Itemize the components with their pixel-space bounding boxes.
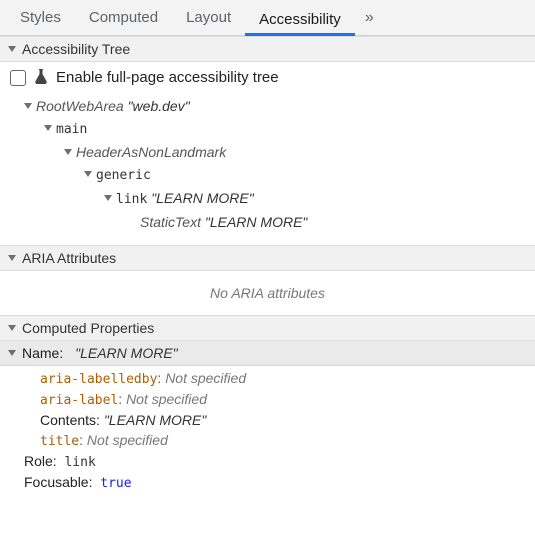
tree-node-rootwebarea[interactable]: RootWebArea "web.dev" — [10, 95, 525, 119]
tree-node-main[interactable]: main — [10, 119, 525, 141]
disclosure-triangle-icon — [8, 325, 16, 331]
caret-icon — [104, 195, 112, 201]
disclosure-triangle-icon — [8, 255, 16, 261]
caret-icon — [84, 171, 92, 177]
tab-layout[interactable]: Layout — [172, 0, 245, 36]
computed-attr: aria-labelledby — [40, 372, 157, 387]
section-header-accessibility-tree[interactable]: Accessibility Tree — [0, 36, 535, 62]
computed-value: Not specified — [126, 391, 207, 407]
computed-attr: aria-label — [40, 393, 118, 408]
section-title: ARIA Attributes — [22, 250, 116, 266]
section-header-aria[interactable]: ARIA Attributes — [0, 245, 535, 271]
computed-row: aria-label: Not specified — [0, 389, 535, 410]
tree-node-link[interactable]: link "LEARN MORE" — [10, 187, 525, 211]
accessibility-tree: RootWebArea "web.dev" main HeaderAsNonLa… — [10, 95, 525, 235]
tab-styles[interactable]: Styles — [6, 0, 75, 36]
disclosure-triangle-icon — [8, 350, 16, 356]
computed-value: Not specified — [87, 432, 168, 448]
tabs-overflow-button[interactable]: » — [355, 9, 384, 27]
computed-name-value: "LEARN MORE" — [75, 345, 178, 361]
aria-empty-message: No ARIA attributes — [0, 271, 535, 315]
section-title: Computed Properties — [22, 320, 154, 336]
computed-name-row[interactable]: Name: "LEARN MORE" — [0, 341, 535, 366]
caret-icon — [44, 125, 52, 131]
accessibility-tree-body: Enable full-page accessibility tree Root… — [0, 62, 535, 245]
experiment-flask-icon — [34, 68, 48, 87]
tree-role: main — [56, 119, 87, 141]
computed-row: title: Not specified — [0, 430, 535, 451]
computed-name-label: Name: — [22, 345, 63, 361]
section-header-computed[interactable]: Computed Properties — [0, 315, 535, 341]
computed-role-label: Role: — [24, 453, 57, 469]
tab-computed[interactable]: Computed — [75, 0, 172, 36]
computed-value: "LEARN MORE" — [104, 412, 207, 428]
tree-role: link — [116, 189, 147, 211]
computed-properties-body: aria-labelledby: Not specified aria-labe… — [0, 366, 535, 503]
tree-role: RootWebArea — [36, 95, 124, 119]
enable-fullpage-checkbox[interactable] — [10, 70, 26, 86]
tree-node-statictext[interactable]: StaticText "LEARN MORE" — [10, 211, 525, 235]
devtools-tabbar: Styles Computed Layout Accessibility » — [0, 0, 535, 36]
enable-fullpage-label: Enable full-page accessibility tree — [56, 69, 279, 86]
tree-name: "LEARN MORE" — [151, 187, 254, 211]
caret-icon — [24, 103, 32, 109]
enable-fullpage-row: Enable full-page accessibility tree — [10, 68, 525, 87]
computed-attr: title — [40, 434, 79, 449]
computed-value: Not specified — [165, 370, 246, 386]
tree-role: StaticText — [140, 211, 201, 235]
caret-icon — [64, 149, 72, 155]
computed-role-value: link — [64, 455, 95, 470]
tree-name: "web.dev" — [128, 95, 190, 119]
computed-row: aria-labelledby: Not specified — [0, 368, 535, 389]
section-title: Accessibility Tree — [22, 41, 130, 57]
tree-node-generic[interactable]: generic — [10, 165, 525, 187]
computed-role-row: Role: link — [0, 451, 535, 472]
tree-node-headerasnonlandmark[interactable]: HeaderAsNonLandmark — [10, 141, 525, 165]
computed-focusable-row: Focusable: true — [0, 472, 535, 493]
disclosure-triangle-icon — [8, 46, 16, 52]
computed-attr: Contents — [40, 412, 96, 428]
tree-role: generic — [96, 165, 151, 187]
tab-accessibility[interactable]: Accessibility — [245, 0, 355, 36]
tree-name: "LEARN MORE" — [205, 211, 308, 235]
tree-role: HeaderAsNonLandmark — [76, 141, 226, 165]
computed-focusable-value: true — [100, 476, 131, 491]
computed-row: Contents: "LEARN MORE" — [0, 410, 535, 430]
computed-focusable-label: Focusable: — [24, 474, 92, 490]
